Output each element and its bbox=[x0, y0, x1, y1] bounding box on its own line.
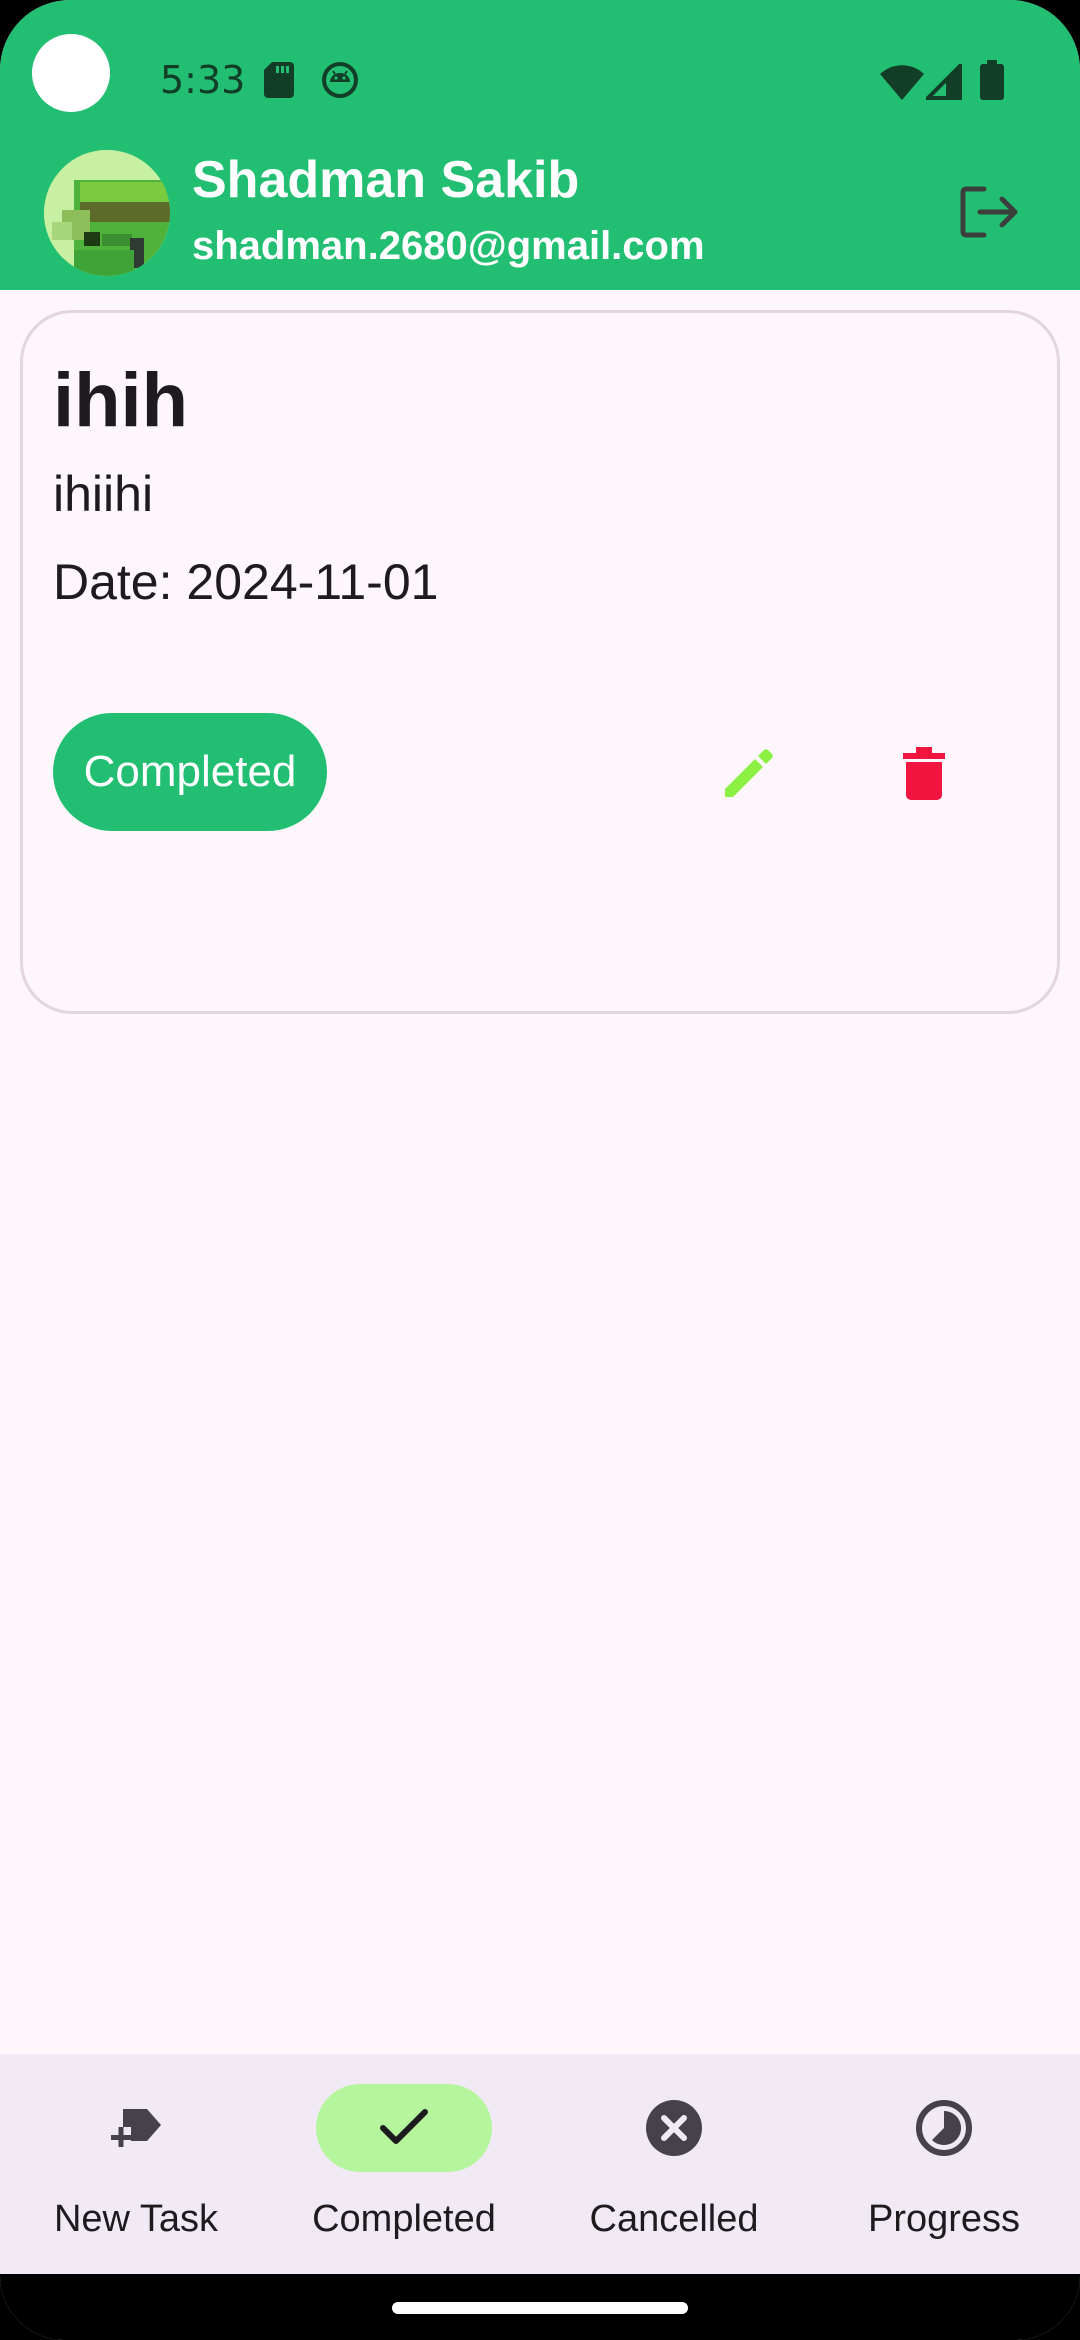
avatar-image bbox=[44, 150, 170, 276]
nav-item-completed[interactable]: Completed bbox=[274, 2084, 534, 2254]
bottom-navigation: New Task Completed Cancelled Progress bbox=[0, 2054, 1080, 2274]
sd-card-icon bbox=[264, 62, 294, 103]
nav-label: Cancelled bbox=[589, 2198, 759, 2240]
avatar[interactable] bbox=[44, 150, 170, 276]
nav-label: New Task bbox=[53, 2198, 219, 2240]
header: 5:33 Shadman Sakib shadman.2680@gmail.co… bbox=[0, 0, 1080, 290]
add-task-icon bbox=[111, 2109, 161, 2147]
check-icon bbox=[380, 2109, 428, 2144]
task-date: Date: 2024-11-01 bbox=[53, 554, 439, 610]
nav-pill bbox=[856, 2084, 1032, 2172]
nav-label: Completed bbox=[312, 2198, 496, 2240]
camera-cutout bbox=[32, 34, 110, 112]
nav-item-progress[interactable]: Progress bbox=[814, 2084, 1074, 2254]
nav-pill bbox=[586, 2084, 762, 2172]
status-chip[interactable]: Completed bbox=[53, 713, 327, 831]
app-screen: 5:33 Shadman Sakib shadman.2680@gmail.co… bbox=[0, 0, 1080, 2340]
pencil-icon bbox=[725, 749, 773, 797]
nav-item-cancelled[interactable]: Cancelled bbox=[544, 2084, 804, 2254]
home-gesture-bar[interactable] bbox=[392, 2302, 688, 2314]
battery-icon bbox=[980, 60, 1004, 105]
user-email: shadman.2680@gmail.com bbox=[192, 224, 705, 268]
wifi-icon bbox=[880, 64, 924, 105]
nav-pill bbox=[48, 2084, 224, 2172]
nav-label: Progress bbox=[867, 2198, 1021, 2240]
nav-item-new-task[interactable]: New Task bbox=[6, 2084, 266, 2254]
progress-icon bbox=[916, 2100, 972, 2156]
nav-pill-active bbox=[316, 2084, 492, 2172]
edit-button[interactable] bbox=[713, 739, 783, 809]
task-card[interactable]: ihih ihiihi Date: 2024-11-01 Completed bbox=[20, 310, 1060, 1014]
delete-button[interactable] bbox=[889, 739, 959, 809]
cellular-signal-icon bbox=[923, 61, 962, 105]
android-head-icon bbox=[322, 62, 358, 103]
user-name: Shadman Sakib bbox=[192, 151, 580, 209]
task-description: ihiihi bbox=[53, 466, 154, 522]
logout-icon bbox=[960, 186, 1018, 238]
status-time: 5:33 bbox=[160, 58, 246, 102]
cancel-icon bbox=[646, 2100, 702, 2156]
trash-icon bbox=[903, 747, 945, 800]
logout-button[interactable] bbox=[954, 176, 1026, 248]
task-title: ihih bbox=[53, 358, 189, 443]
